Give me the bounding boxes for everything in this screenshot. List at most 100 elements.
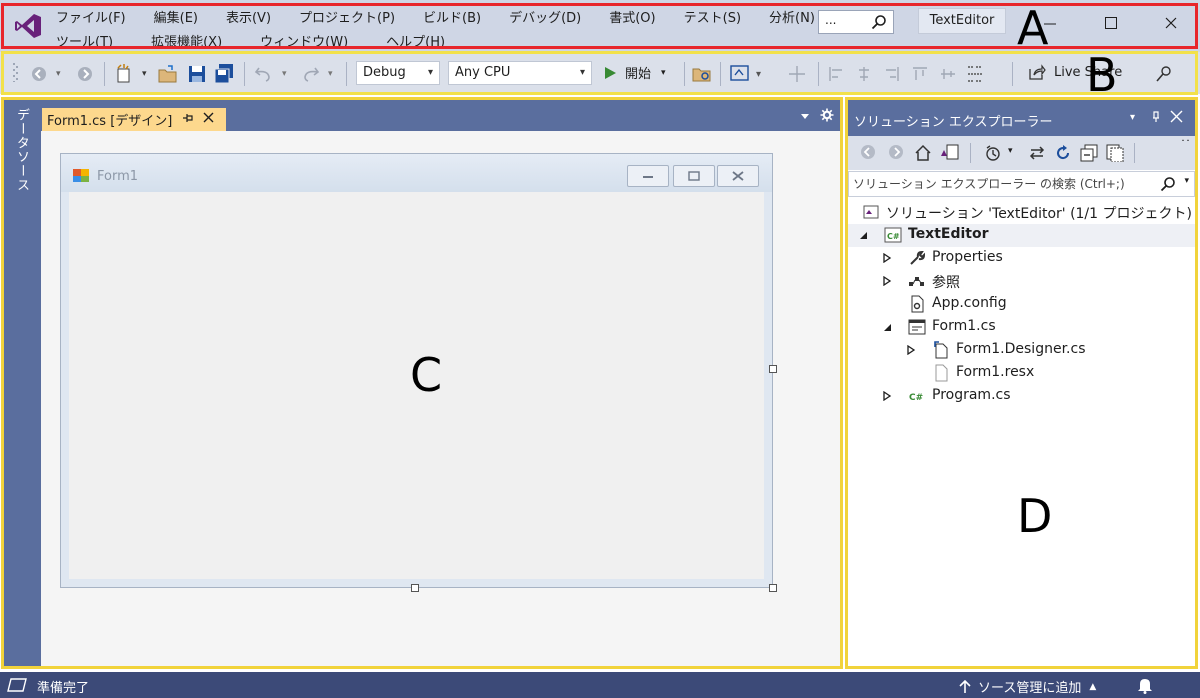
output-window-icon[interactable] <box>7 678 27 692</box>
start-debugging-button[interactable]: 開始 ▾ <box>603 63 666 82</box>
pending-changes-filter-icon[interactable] <box>984 144 1002 162</box>
toolbar-grip-icon[interactable] <box>12 62 18 82</box>
tab-form1-design[interactable]: Form1.cs [デザイン] <box>42 108 226 131</box>
quick-search-box[interactable]: ... <box>818 10 894 34</box>
tree-item-label: Form1.Designer.cs <box>956 341 1086 357</box>
tree-item[interactable]: 参照 <box>848 270 1195 293</box>
menu-item[interactable]: 編集(E) <box>154 7 198 26</box>
close-button[interactable] <box>1156 10 1186 36</box>
close-tab-icon[interactable] <box>202 109 216 125</box>
form-maximize-button[interactable] <box>673 165 715 187</box>
resize-handle-corner[interactable] <box>769 584 777 592</box>
layout-dropdown-icon[interactable]: ▾ <box>756 64 761 84</box>
expanded-triangle-icon[interactable] <box>858 230 868 240</box>
tree-item[interactable]: Form1.resx <box>848 362 1195 385</box>
resize-handle-bottom[interactable] <box>411 584 419 592</box>
spacing-button[interactable] <box>966 64 984 84</box>
maximize-button[interactable] <box>1096 10 1126 36</box>
align-rights-button[interactable] <box>884 64 900 84</box>
new-project-button[interactable] <box>114 64 134 84</box>
align-middles-button[interactable] <box>940 64 956 84</box>
menu-item[interactable]: テスト(S) <box>684 7 741 26</box>
data-sources-label[interactable]: データソース <box>12 108 31 192</box>
tree-item[interactable]: Form1.Designer.cs <box>848 339 1195 362</box>
find-in-files-button[interactable] <box>692 64 712 84</box>
new-dropdown-icon[interactable]: ▾ <box>142 64 147 84</box>
forward-arrow-icon[interactable] <box>888 144 904 160</box>
form-app-icon <box>73 169 89 182</box>
window-position-dropdown-icon[interactable]: ▾ <box>1130 112 1135 123</box>
search-options-dropdown-icon[interactable]: ▾ <box>1184 176 1189 186</box>
toolbar-overflow-icon[interactable]: ˙˙ <box>1180 138 1191 152</box>
form1-titlebar[interactable]: Form1 <box>61 154 772 192</box>
undo-button[interactable] <box>254 64 274 84</box>
align-centers-button[interactable] <box>856 64 872 84</box>
expanded-triangle-icon[interactable] <box>882 322 892 332</box>
resize-handle-right[interactable] <box>769 365 777 373</box>
redo-button[interactable] <box>300 64 320 84</box>
solution-search-input[interactable] <box>853 175 1153 193</box>
switch-views-icon[interactable] <box>940 144 960 162</box>
menu-item[interactable]: プロジェクト(P) <box>299 7 395 26</box>
add-to-source-control-button[interactable]: ソース管理に追加 ▲ <box>958 677 1096 696</box>
gear-icon[interactable] <box>820 108 834 126</box>
sync-with-document-icon[interactable] <box>1028 144 1046 162</box>
collapse-all-icon[interactable] <box>1080 144 1098 162</box>
tree-item[interactable]: Properties <box>848 247 1195 270</box>
tree-item[interactable]: ソリューション 'TextEditor' (1/1 プロジェクト) <box>848 201 1195 224</box>
menu-item[interactable]: 書式(O) <box>609 7 655 26</box>
close-icon[interactable] <box>1170 110 1183 123</box>
collapsed-triangle-icon[interactable] <box>882 253 892 263</box>
visual-studio-logo-icon[interactable] <box>14 12 42 40</box>
search-icon[interactable] <box>1160 176 1176 192</box>
collapsed-triangle-icon[interactable] <box>906 345 916 355</box>
collapsed-triangle-icon[interactable] <box>882 391 892 401</box>
references-icon <box>908 272 926 290</box>
form-icon <box>908 318 926 336</box>
feedback-button[interactable] <box>1154 64 1174 84</box>
undo-dropdown-icon[interactable]: ▾ <box>282 64 287 84</box>
notifications-bell-icon[interactable] <box>1137 676 1153 694</box>
tree-item[interactable]: C# Program.cs <box>848 385 1195 408</box>
toolbar-separator <box>244 62 245 86</box>
form-close-button[interactable] <box>717 165 759 187</box>
form-minimize-button[interactable] <box>627 165 669 187</box>
start-label: 開始 <box>625 67 652 82</box>
save-all-button[interactable] <box>214 64 234 84</box>
tree-item[interactable]: App.config <box>848 293 1195 316</box>
pin-icon[interactable] <box>1150 110 1162 124</box>
menu-item[interactable]: 分析(N) <box>769 7 815 26</box>
menu-item[interactable]: ツール(T) <box>56 31 113 50</box>
solution-configuration-select[interactable]: Debug ▾ <box>356 61 440 85</box>
pin-icon[interactable] <box>182 111 194 125</box>
navigate-back-button[interactable] <box>30 64 48 84</box>
collapsed-triangle-icon[interactable] <box>882 276 892 286</box>
tree-item[interactable]: Form1.cs <box>848 316 1195 339</box>
redo-dropdown-icon[interactable]: ▾ <box>328 64 333 84</box>
align-grid-button[interactable] <box>788 64 806 84</box>
menu-item[interactable]: ファイル(F) <box>56 7 126 26</box>
home-icon[interactable] <box>914 144 932 162</box>
menu-item[interactable]: 表示(V) <box>226 7 271 26</box>
filter-dropdown-icon[interactable]: ▾ <box>1008 146 1013 156</box>
solution-platform-select[interactable]: Any CPU ▾ <box>448 61 592 85</box>
menu-item[interactable]: ビルド(B) <box>423 7 481 26</box>
solution-explorer-search-box[interactable]: ▾ <box>848 171 1195 197</box>
save-button[interactable] <box>188 64 206 84</box>
menu-item[interactable]: 拡張機能(X) <box>151 31 222 50</box>
tab-list-dropdown-icon[interactable] <box>800 110 810 125</box>
align-lefts-button[interactable] <box>828 64 844 84</box>
menu-item[interactable]: デバッグ(D) <box>509 7 581 26</box>
menu-item[interactable]: ウィンドウ(W) <box>260 31 348 50</box>
back-arrow-icon[interactable] <box>860 144 876 160</box>
open-file-button[interactable] <box>158 64 178 84</box>
back-dropdown-icon[interactable]: ▾ <box>56 64 61 84</box>
start-dropdown-icon[interactable]: ▾ <box>661 68 666 78</box>
show-all-files-icon[interactable] <box>1106 144 1124 162</box>
tree-item[interactable]: C# TextEditor <box>848 224 1195 247</box>
navigate-forward-button[interactable] <box>76 64 94 84</box>
menu-item[interactable]: ヘルプ(H) <box>386 31 445 50</box>
format-align-button[interactable] <box>730 64 750 84</box>
refresh-icon[interactable] <box>1054 144 1072 162</box>
align-tops-button[interactable] <box>912 64 928 84</box>
